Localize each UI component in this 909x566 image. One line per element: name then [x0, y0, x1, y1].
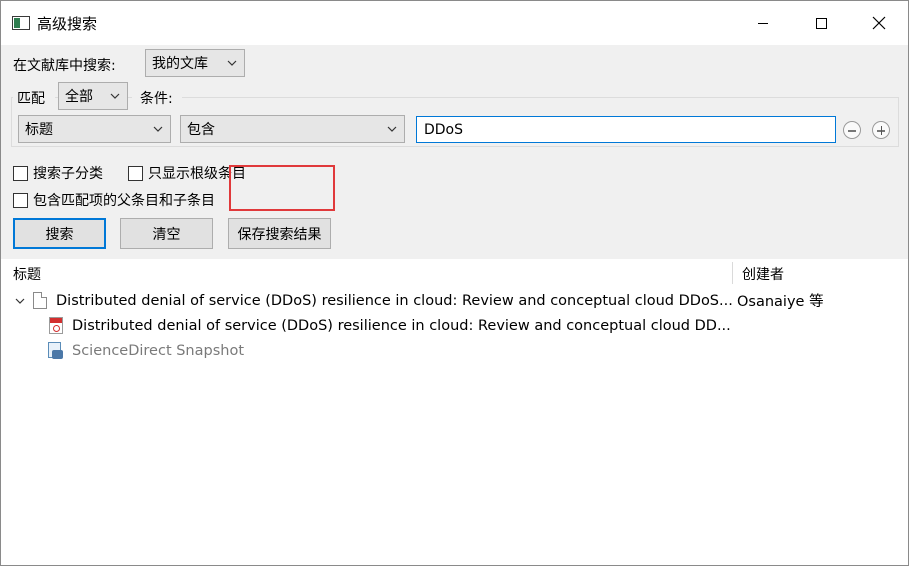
- pdf-title: Distributed denial of service (DDoS) res…: [72, 317, 731, 334]
- close-button[interactable]: [850, 1, 908, 45]
- minus-icon: [848, 130, 856, 132]
- column-header-creator[interactable]: 创建者: [742, 264, 784, 284]
- app-icon: [12, 16, 30, 30]
- chevron-down-icon[interactable]: [15, 296, 25, 306]
- result-title: Distributed denial of service (DDoS) res…: [56, 292, 733, 309]
- result-creator: Osanaiye 等: [737, 294, 824, 310]
- condition-operator-value: 包含: [187, 122, 215, 138]
- snapshot-icon: [47, 341, 64, 360]
- document-icon: [33, 292, 47, 309]
- chevron-down-icon: [227, 60, 237, 66]
- chevron-down-icon: [110, 93, 120, 99]
- checkbox-box[interactable]: [13, 192, 28, 208]
- library-select[interactable]: 我的文库: [145, 49, 245, 77]
- column-header-title[interactable]: 标题: [13, 264, 41, 284]
- match-select[interactable]: 全部: [58, 82, 128, 110]
- search-subcollections-label: 搜索子分类: [33, 166, 103, 182]
- minimize-button[interactable]: [734, 1, 792, 45]
- checkbox-box[interactable]: [128, 165, 143, 181]
- maximize-button[interactable]: [792, 1, 850, 45]
- pdf-icon: [49, 317, 63, 334]
- result-row-snapshot[interactable]: ScienceDirect Snapshot: [47, 338, 244, 363]
- clear-button[interactable]: 清空: [120, 218, 213, 249]
- chevron-down-icon: [387, 126, 397, 132]
- save-search-button[interactable]: 保存搜索结果: [228, 218, 331, 249]
- condition-value-input[interactable]: DDoS: [416, 116, 836, 143]
- plus-icon-stroke: [880, 126, 882, 135]
- condition-field-value: 标题: [25, 122, 53, 138]
- chevron-down-icon: [153, 126, 163, 132]
- result-row-parent[interactable]: Distributed denial of service (DDoS) res…: [15, 288, 905, 313]
- include-parent-child-checkbox[interactable]: 包含匹配项的父条目和子条目: [13, 190, 215, 210]
- snapshot-title: ScienceDirect Snapshot: [72, 342, 245, 359]
- checkbox-box[interactable]: [13, 165, 28, 181]
- remove-condition-button[interactable]: [843, 121, 861, 139]
- advanced-search-window: 高级搜索 在文献库中搜索: 我的文库 匹配 全部 条件: 标题 包含 DDoS …: [0, 0, 909, 566]
- close-icon: [872, 16, 886, 30]
- add-condition-button[interactable]: [872, 121, 890, 139]
- clear-button-label: 清空: [152, 226, 181, 243]
- column-separator[interactable]: [732, 262, 733, 284]
- match-select-value: 全部: [65, 89, 93, 105]
- conditions-label: 条件:: [140, 91, 173, 107]
- minimize-icon: [758, 22, 768, 24]
- match-label: 匹配: [17, 91, 45, 107]
- condition-operator-select[interactable]: 包含: [180, 115, 405, 143]
- search-panel: 在文献库中搜索: 我的文库 匹配 全部 条件: 标题 包含 DDoS 搜索子分类…: [1, 45, 908, 259]
- window-title: 高级搜索: [37, 15, 98, 33]
- search-button[interactable]: 搜索: [13, 218, 106, 249]
- library-select-value: 我的文库: [152, 56, 208, 72]
- include-parent-child-label: 包含匹配项的父条目和子条目: [33, 193, 215, 209]
- condition-value-text: DDoS: [424, 121, 464, 138]
- search-subcollections-checkbox[interactable]: 搜索子分类: [13, 163, 103, 183]
- results-header: 标题 创建者: [1, 259, 908, 285]
- search-in-library-label: 在文献库中搜索:: [13, 58, 116, 74]
- maximize-icon: [815, 17, 827, 29]
- condition-field-select[interactable]: 标题: [18, 115, 171, 143]
- highlight-annotation: [229, 165, 335, 211]
- save-search-button-label: 保存搜索结果: [237, 226, 322, 243]
- search-button-label: 搜索: [45, 226, 74, 243]
- title-bar: 高级搜索: [1, 1, 908, 45]
- result-row-pdf[interactable]: Distributed denial of service (DDoS) res…: [49, 313, 731, 338]
